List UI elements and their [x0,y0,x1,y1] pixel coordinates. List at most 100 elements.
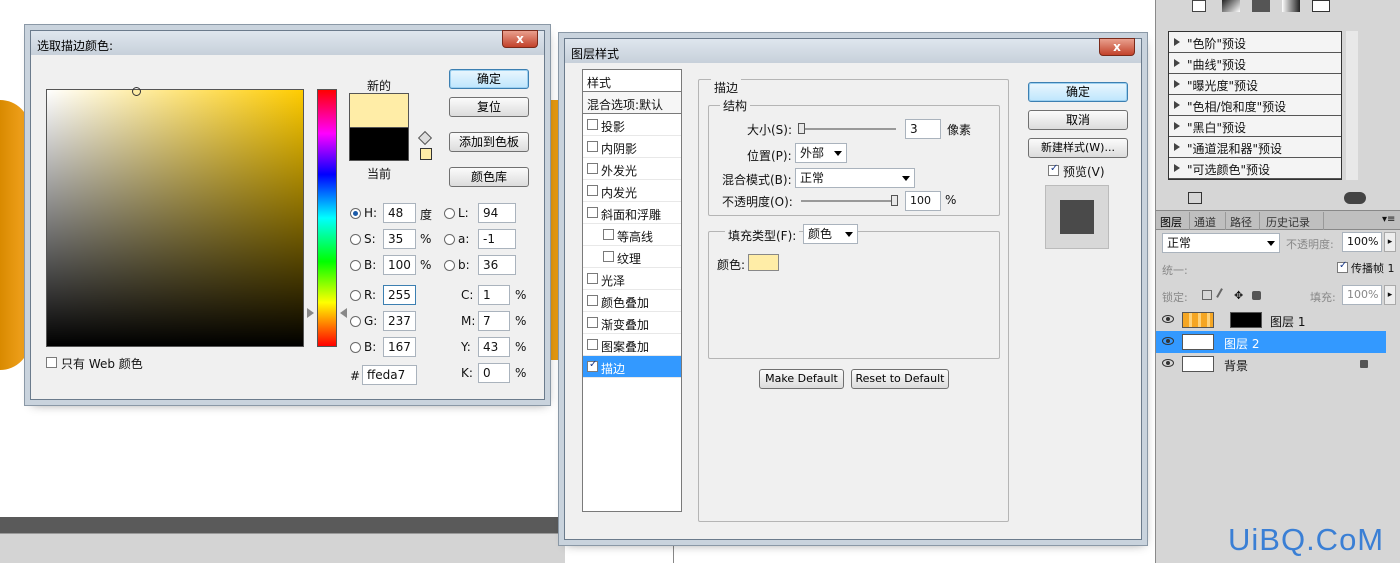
styles-header[interactable]: 样式 [583,70,681,92]
style-item[interactable]: 外发光 [583,158,681,180]
b-radio[interactable] [350,260,361,271]
style-item-checkbox[interactable] [587,163,598,174]
presets-scrollbar[interactable] [1346,31,1358,180]
style-item[interactable]: 图案叠加 [583,334,681,356]
layer-row[interactable]: 图层 2 [1156,331,1386,353]
blending-options-item[interactable]: 混合选项:默认 [583,92,681,114]
lock-pixels-icon[interactable] [1216,288,1230,302]
preset-icon-2[interactable] [1222,0,1240,12]
reset-button[interactable]: 复位 [449,97,529,117]
preset-item[interactable]: "曝光度"预设 [1169,74,1341,95]
blend-mode-select[interactable]: 正常 [795,168,915,188]
style-item[interactable]: 描边 [583,356,681,378]
opacity-input[interactable]: 100 [905,191,941,211]
size-slider[interactable] [801,128,896,130]
close-button[interactable]: x [1099,38,1135,56]
fill-input[interactable]: 100% [1342,285,1382,305]
tab-paths[interactable]: 路径 [1230,212,1260,230]
opacity-slider[interactable] [801,200,896,202]
style-item[interactable]: 纹理 [583,246,681,268]
style-item-checkbox[interactable] [587,119,598,130]
hex-input[interactable]: ffeda7 [362,365,417,385]
tab-channels[interactable]: 通道 [1194,212,1226,230]
style-item[interactable]: 渐变叠加 [583,312,681,334]
style-item-checkbox[interactable] [587,141,598,152]
preset-item[interactable]: "色相/饱和度"预设 [1169,95,1341,116]
lock-all-icon[interactable] [1252,291,1261,300]
s-input[interactable]: 35 [383,229,416,249]
style-item[interactable]: 投影 [583,114,681,136]
rgb-b-input[interactable]: 167 [383,337,416,357]
m-input[interactable]: 7 [478,311,510,331]
a-radio[interactable] [444,234,455,245]
layer-blend-select[interactable]: 正常 [1162,233,1280,253]
l-input[interactable]: 94 [478,203,516,223]
style-item-checkbox[interactable] [603,229,614,240]
style-item-checkbox[interactable] [587,207,598,218]
hue-slider-left-handle[interactable] [307,308,314,318]
layer-row[interactable]: 图层 1 [1156,309,1386,331]
g-radio[interactable] [350,316,361,327]
rgb-b-radio[interactable] [350,342,361,353]
opacity-slider-handle[interactable] [891,195,898,206]
color-libraries-button[interactable]: 颜色库 [449,167,529,187]
size-slider-handle[interactable] [798,123,805,134]
a-input[interactable]: -1 [478,229,516,249]
preset-item[interactable]: "曲线"预设 [1169,53,1341,74]
k-input[interactable]: 0 [478,363,510,383]
g-input[interactable]: 237 [383,311,416,331]
preset-icon-1[interactable] [1192,0,1206,12]
preset-item[interactable]: "黑白"预设 [1169,116,1341,137]
panel-menu-icon[interactable]: ▾≡ [1382,214,1395,225]
reset-to-default-button[interactable]: Reset to Default [851,369,949,389]
color-field[interactable] [46,89,304,347]
style-item[interactable]: 颜色叠加 [583,290,681,312]
preset-item[interactable]: "通道混和器"预设 [1169,137,1341,158]
style-item-checkbox[interactable] [587,359,598,372]
l-radio[interactable] [444,208,455,219]
ok-button[interactable]: 确定 [1028,82,1128,102]
make-default-button[interactable]: Make Default [759,369,844,389]
preset-icon-4[interactable] [1282,0,1300,12]
preset-item[interactable]: "可选颜色"预设 [1169,158,1341,179]
fill-arrow[interactable]: ▸ [1384,285,1396,305]
fill-type-select[interactable]: 颜色 [803,224,858,244]
size-input[interactable]: 3 [905,119,941,139]
style-item-checkbox[interactable] [587,317,598,328]
style-item[interactable]: 光泽 [583,268,681,290]
s-radio[interactable] [350,234,361,245]
clip-icon[interactable] [1188,192,1202,204]
eye-icon[interactable] [1162,359,1174,367]
h-input[interactable]: 48 [383,203,416,223]
web-colors-checkbox[interactable] [46,357,57,368]
layer-row[interactable]: 背景 [1156,353,1386,375]
lab-b-radio[interactable] [444,260,455,271]
hue-slider-right-handle[interactable] [340,308,347,318]
close-button[interactable]: x [502,30,538,48]
propagate-checkbox[interactable] [1337,260,1348,273]
lock-position-icon[interactable]: ✥ [1234,289,1243,302]
lock-transparent-icon[interactable] [1202,290,1212,300]
hue-slider[interactable] [317,89,337,347]
visibility-icon[interactable] [1344,192,1366,204]
new-style-button[interactable]: 新建样式(W)... [1028,138,1128,158]
style-item[interactable]: 等高线 [583,224,681,246]
style-item[interactable]: 内发光 [583,180,681,202]
style-item-checkbox[interactable] [587,339,598,350]
preset-item[interactable]: "色阶"预设 [1169,32,1341,53]
layer-opacity-input[interactable]: 100% [1342,232,1382,252]
web-safe-swatch[interactable] [420,148,432,160]
preset-icon-3[interactable] [1252,0,1270,12]
preset-icon-5[interactable] [1312,0,1330,12]
c-input[interactable]: 1 [478,285,510,305]
layer-opacity-arrow[interactable]: ▸ [1384,232,1396,252]
style-item-checkbox[interactable] [587,295,598,306]
preview-checkbox[interactable] [1048,163,1059,176]
position-select[interactable]: 外部 [795,143,847,163]
style-item[interactable]: 斜面和浮雕 [583,202,681,224]
b-input[interactable]: 100 [383,255,416,275]
eye-icon[interactable] [1162,315,1174,323]
style-item[interactable]: 内阴影 [583,136,681,158]
tab-layers[interactable]: 图层 [1160,212,1190,230]
tab-history[interactable]: 历史记录 [1266,212,1324,230]
